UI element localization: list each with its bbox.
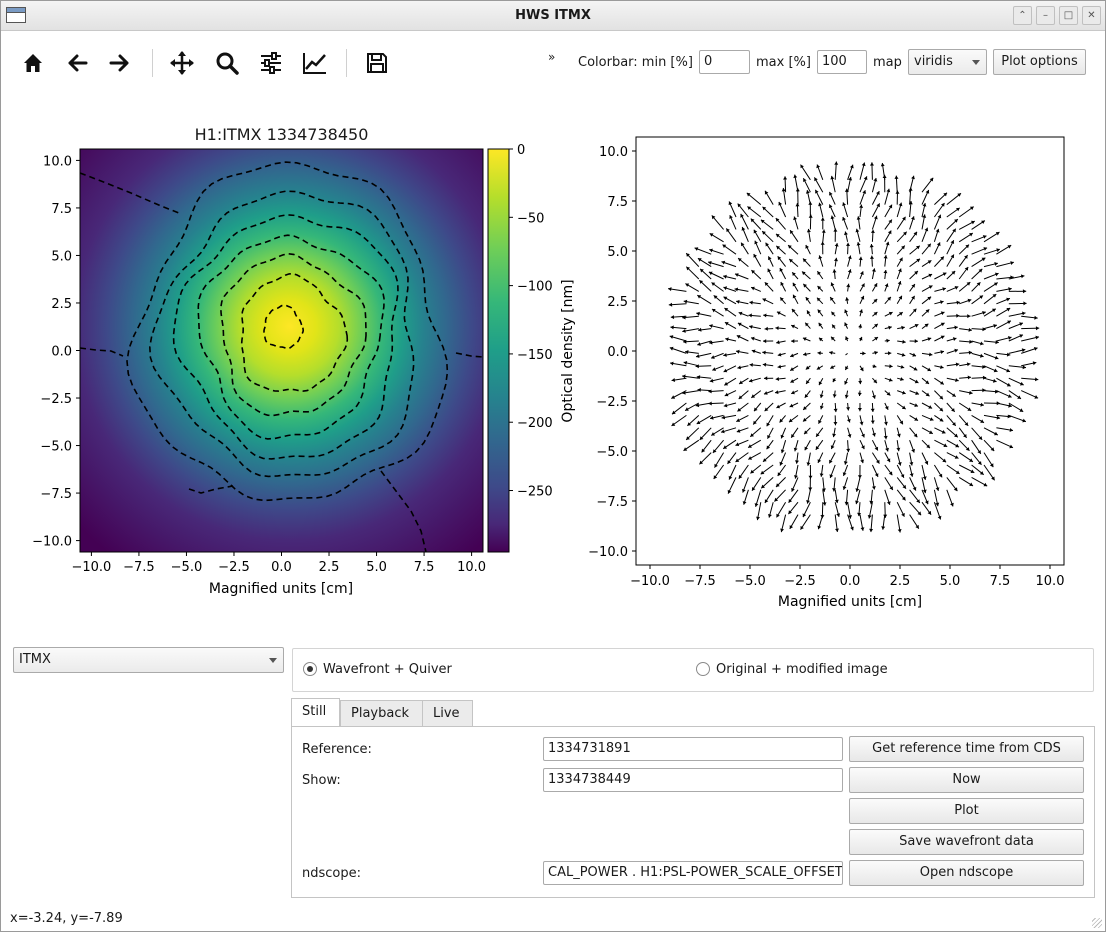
- tab-live[interactable]: Live: [422, 700, 473, 727]
- x-tick-label: 7.5: [414, 560, 435, 575]
- x-tick-label: 10.0: [1036, 574, 1065, 589]
- plot-button[interactable]: Plot: [849, 798, 1084, 824]
- y-tick-label: 7.5: [51, 202, 72, 217]
- chevron-down-icon: [269, 658, 277, 663]
- main-window: HWS ITMX ⌃ – □ ✕ » Colorbar: min [%] 0 m…: [0, 0, 1106, 932]
- reference-label: Reference:: [302, 742, 372, 757]
- y-tick-label: 5.0: [51, 249, 72, 264]
- heatmap-y-ticks: 10.0 7.5 5.0 2.5 0.0 −2.5 −5.0 −7.5 −10.0: [32, 154, 80, 550]
- y-tick-label: 0.0: [607, 345, 628, 360]
- resize-grip-icon[interactable]: [1092, 918, 1102, 928]
- y-tick-label: −10.0: [588, 545, 628, 560]
- open-ndscope-button[interactable]: Open ndscope: [849, 860, 1084, 886]
- y-tick-label: −5.0: [596, 445, 628, 460]
- ndscope-input[interactable]: CAL_POWER . H1:PSL-POWER_SCALE_OFFSET: [543, 861, 843, 885]
- show-input[interactable]: 1334738449: [543, 768, 843, 792]
- quiver-x-ticks: −10.0 −7.5 −5.0 −2.5 0.0 2.5 5.0 7.5 10.0: [630, 565, 1064, 589]
- y-tick-label: −2.5: [596, 395, 628, 410]
- optic-select-value: ITMX: [19, 652, 51, 667]
- tab-still[interactable]: Still: [291, 698, 340, 727]
- heatmap-xlabel: Magnified units [cm]: [209, 581, 353, 597]
- radio-wavefront-quiver-label[interactable]: Wavefront + Quiver: [323, 662, 452, 677]
- x-tick-label: −2.5: [218, 560, 250, 575]
- x-tick-label: 0.0: [271, 560, 292, 575]
- x-tick-label: −5.0: [734, 574, 766, 589]
- y-tick-label: −2.5: [40, 392, 72, 407]
- y-tick-label: −10.0: [32, 535, 72, 550]
- colorbar-ticks: 0 −50 −100 −150 −200 −250: [509, 143, 553, 500]
- ndscope-label: ndscope:: [302, 866, 361, 881]
- x-tick-label: 5.0: [940, 574, 961, 589]
- tab-playback[interactable]: Playback: [340, 700, 423, 727]
- colorbar-tick-label: −100: [517, 280, 553, 295]
- y-tick-label: 2.5: [51, 297, 72, 312]
- quiver-y-ticks: 10.0 7.5 5.0 2.5 0.0 −2.5 −5.0 −7.5 −10.0: [588, 145, 636, 560]
- y-tick-label: 2.5: [607, 295, 628, 310]
- heatmap-x-ticks: −10.0 −7.5 −5.0 −2.5 0.0 2.5 5.0 7.5 10.0: [71, 552, 486, 575]
- heatmap-plot[interactable]: −10.0 −7.5 −5.0 −2.5 0.0 2.5 5.0 7.5 10.0 10.0 7.…: [1, 1, 1105, 621]
- x-tick-label: 10.0: [457, 560, 486, 575]
- colorbar-tick-label: −150: [517, 348, 553, 363]
- radio-wavefront-quiver[interactable]: [303, 662, 317, 676]
- reference-input[interactable]: 1334731891: [543, 737, 843, 761]
- radio-original-modified-label[interactable]: Original + modified image: [716, 662, 888, 677]
- y-tick-label: 0.0: [51, 345, 72, 360]
- get-reference-time-button[interactable]: Get reference time from CDS: [849, 736, 1084, 762]
- x-tick-label: −10.0: [71, 560, 111, 575]
- quiver-xlabel: Magnified units [cm]: [778, 594, 922, 610]
- status-bar-coordinates: x=-3.24, y=-7.89: [10, 911, 123, 926]
- y-tick-label: −7.5: [40, 487, 72, 502]
- x-tick-label: −2.5: [784, 574, 816, 589]
- heatmap-image: [80, 149, 483, 552]
- x-tick-label: 5.0: [366, 560, 387, 575]
- x-tick-label: −5.0: [171, 560, 203, 575]
- now-button[interactable]: Now: [849, 767, 1084, 793]
- y-tick-label: 10.0: [599, 145, 628, 160]
- x-tick-label: 2.5: [319, 560, 340, 575]
- colorbar-tick-label: −200: [517, 416, 553, 431]
- colorbar-tick-label: 0: [517, 143, 525, 158]
- x-tick-label: −7.5: [123, 560, 155, 575]
- colorbar-tick-label: −50: [517, 211, 544, 226]
- y-tick-label: 7.5: [607, 195, 628, 210]
- x-tick-label: 0.0: [840, 574, 861, 589]
- y-tick-label: 5.0: [607, 245, 628, 260]
- y-tick-label: −5.0: [40, 440, 72, 455]
- x-tick-label: 2.5: [890, 574, 911, 589]
- x-tick-label: −10.0: [630, 574, 670, 589]
- radio-original-modified[interactable]: [696, 662, 710, 676]
- colorbar: [487, 148, 510, 553]
- optic-select[interactable]: ITMX: [13, 647, 284, 673]
- x-tick-label: 7.5: [990, 574, 1011, 589]
- quiver-axes-frame: [635, 136, 1065, 566]
- colorbar-label: Optical density [nm]: [560, 279, 576, 422]
- y-tick-label: −7.5: [596, 495, 628, 510]
- y-tick-label: 10.0: [43, 154, 72, 169]
- x-tick-label: −7.5: [684, 574, 716, 589]
- save-wavefront-data-button[interactable]: Save wavefront data: [849, 829, 1084, 855]
- colorbar-tick-label: −250: [517, 485, 553, 500]
- show-label: Show:: [302, 773, 341, 788]
